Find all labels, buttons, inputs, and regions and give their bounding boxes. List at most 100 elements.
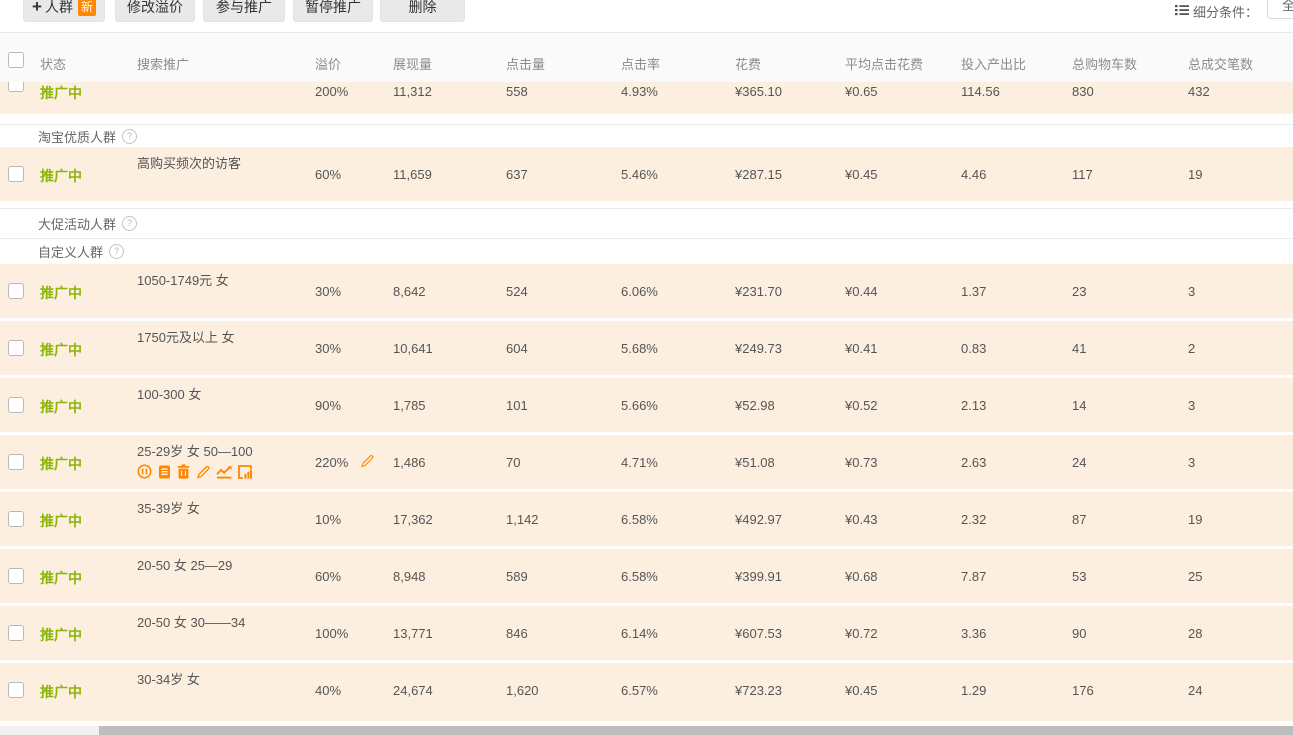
- audience-name-link[interactable]: 1050-1749元 女: [137, 270, 229, 289]
- report-chart-icon[interactable]: [238, 465, 252, 479]
- cost-value: ¥231.70: [735, 284, 782, 299]
- plus-icon: +: [32, 0, 42, 15]
- premium-value: 60%: [315, 569, 341, 584]
- trash-icon[interactable]: [177, 464, 190, 479]
- pencil-icon[interactable]: [360, 454, 374, 473]
- status-badge: 推广中: [40, 166, 82, 186]
- audience-name-link[interactable]: 20-50 女 25—29: [137, 555, 232, 574]
- premium-value: 220%: [315, 455, 348, 470]
- clicks-value: 1,620: [506, 683, 539, 698]
- pause-promotion-button[interactable]: 暂停推广: [293, 0, 373, 22]
- question-icon[interactable]: ?: [109, 244, 124, 259]
- row-checkbox[interactable]: [8, 511, 24, 527]
- status-badge: 推广中: [40, 511, 82, 531]
- cost-value: ¥492.97: [735, 512, 782, 527]
- row-checkbox[interactable]: [8, 568, 24, 584]
- row-checkbox[interactable]: [8, 82, 24, 92]
- total-carts-value: 90: [1072, 626, 1086, 641]
- row-checkbox[interactable]: [8, 283, 24, 299]
- audience-name-link[interactable]: 30-34岁 女: [137, 669, 200, 688]
- col-header-search-promo: 搜索推广: [137, 54, 189, 73]
- roi-value: 2.63: [961, 455, 986, 470]
- impressions-value: 8,642: [393, 284, 426, 299]
- delete-button[interactable]: 删除: [380, 0, 465, 22]
- total-orders-value: 25: [1188, 569, 1202, 584]
- col-header-ctr: 点击率: [621, 54, 660, 73]
- avg-cpc-value: ¥0.68: [845, 569, 878, 584]
- ctr-value: 6.57%: [621, 683, 658, 698]
- status-badge: 推广中: [40, 340, 82, 360]
- audience-row: 推广中 30-34岁 女 40% 24,674 1,620 6.57% ¥723…: [0, 663, 1293, 721]
- row-checkbox[interactable]: [8, 340, 24, 356]
- impressions-value: 10,641: [393, 341, 433, 356]
- roi-value: 4.46: [961, 167, 986, 182]
- roi-value: 2.32: [961, 512, 986, 527]
- horizontal-scrollbar-thumb[interactable]: [99, 726, 1293, 735]
- question-icon[interactable]: ?: [122, 129, 137, 144]
- clipboard-icon[interactable]: [158, 464, 171, 479]
- table-header: 状态 搜索推广 溢价 展现量 点击量 点击率 花费 平均点击花费 投入产出比 总…: [0, 33, 1293, 82]
- avg-cpc-value: ¥0.72: [845, 626, 878, 641]
- horizontal-scrollbar-track: [0, 726, 1293, 735]
- premium-value: 30%: [315, 341, 341, 356]
- row-checkbox[interactable]: [8, 454, 24, 470]
- col-header-roi: 投入产出比: [961, 54, 1026, 73]
- audience-name-link[interactable]: 20-50 女 30——34: [137, 612, 245, 631]
- status-badge: 推广中: [40, 454, 82, 474]
- audience-row: 推广中 1050-1749元 女 30% 8,642 524 6.06% ¥23…: [0, 264, 1293, 318]
- avg-cpc-value: ¥0.45: [845, 167, 878, 182]
- cost-value: ¥51.08: [735, 455, 775, 470]
- premium-value: 10%: [315, 512, 341, 527]
- avg-cpc-value: ¥0.44: [845, 284, 878, 299]
- col-header-avg-cpc: 平均点击花费: [845, 54, 923, 73]
- total-orders-value: 19: [1188, 512, 1202, 527]
- add-audience-button[interactable]: + 人群 新: [23, 0, 105, 22]
- premium-value: 200%: [315, 84, 348, 99]
- cost-value: ¥249.73: [735, 341, 782, 356]
- impressions-value: 1,486: [393, 455, 426, 470]
- audience-name-link[interactable]: 25-29岁 女 50—100: [137, 441, 253, 460]
- status-badge: 推广中: [40, 568, 82, 588]
- pause-icon[interactable]: [137, 464, 152, 479]
- premium-value: 30%: [315, 284, 341, 299]
- premium-value: 40%: [315, 683, 341, 698]
- avg-cpc-value: ¥0.52: [845, 398, 878, 413]
- total-orders-value: 3: [1188, 284, 1195, 299]
- audience-name-link[interactable]: 1750元及以上 女: [137, 327, 235, 346]
- select-all-checkbox[interactable]: [8, 52, 24, 68]
- audience-name-link[interactable]: 35-39岁 女: [137, 498, 200, 517]
- roi-value: 114.56: [961, 84, 1000, 99]
- audience-name-link[interactable]: 高购买频次的访客: [137, 153, 241, 172]
- col-header-total-carts: 总购物车数: [1072, 54, 1137, 73]
- question-icon[interactable]: ?: [122, 216, 137, 231]
- list-icon: [1175, 3, 1189, 21]
- impressions-value: 11,659: [393, 167, 432, 182]
- status-badge: 推广中: [40, 283, 82, 303]
- row-checkbox[interactable]: [8, 625, 24, 641]
- audience-row: 推广中 1750元及以上 女 30% 10,641 604 5.68% ¥249…: [0, 321, 1293, 375]
- row-checkbox[interactable]: [8, 682, 24, 698]
- trend-chart-icon[interactable]: [216, 465, 232, 479]
- avg-cpc-value: ¥0.73: [845, 455, 878, 470]
- audience-row: 推广中 20-50 女 25—29 60% 8,948 589 6.58% ¥3…: [0, 549, 1293, 603]
- group-label: 自定义人群: [38, 242, 103, 261]
- modify-premium-button[interactable]: 修改溢价: [115, 0, 195, 22]
- row-checkbox[interactable]: [8, 397, 24, 413]
- impressions-value: 13,771: [393, 626, 433, 641]
- total-carts-value: 14: [1072, 398, 1086, 413]
- col-header-clicks: 点击量: [506, 54, 545, 73]
- roi-value: 0.83: [961, 341, 986, 356]
- row-checkbox[interactable]: [8, 166, 24, 182]
- total-orders-value: 3: [1188, 398, 1195, 413]
- avg-cpc-value: ¥0.41: [845, 341, 878, 356]
- avg-cpc-value: ¥0.43: [845, 512, 878, 527]
- add-audience-label: 人群: [45, 0, 73, 17]
- audience-name-link[interactable]: 100-300 女: [137, 384, 201, 403]
- join-promotion-button[interactable]: 参与推广: [203, 0, 285, 22]
- impressions-value: 1,785: [393, 398, 426, 413]
- group-label: 淘宝优质人群: [38, 127, 116, 146]
- filter-condition-select[interactable]: 全部: [1267, 0, 1293, 19]
- ctr-value: 6.58%: [621, 569, 658, 584]
- clicks-value: 524: [506, 284, 528, 299]
- pencil-icon[interactable]: [196, 465, 210, 479]
